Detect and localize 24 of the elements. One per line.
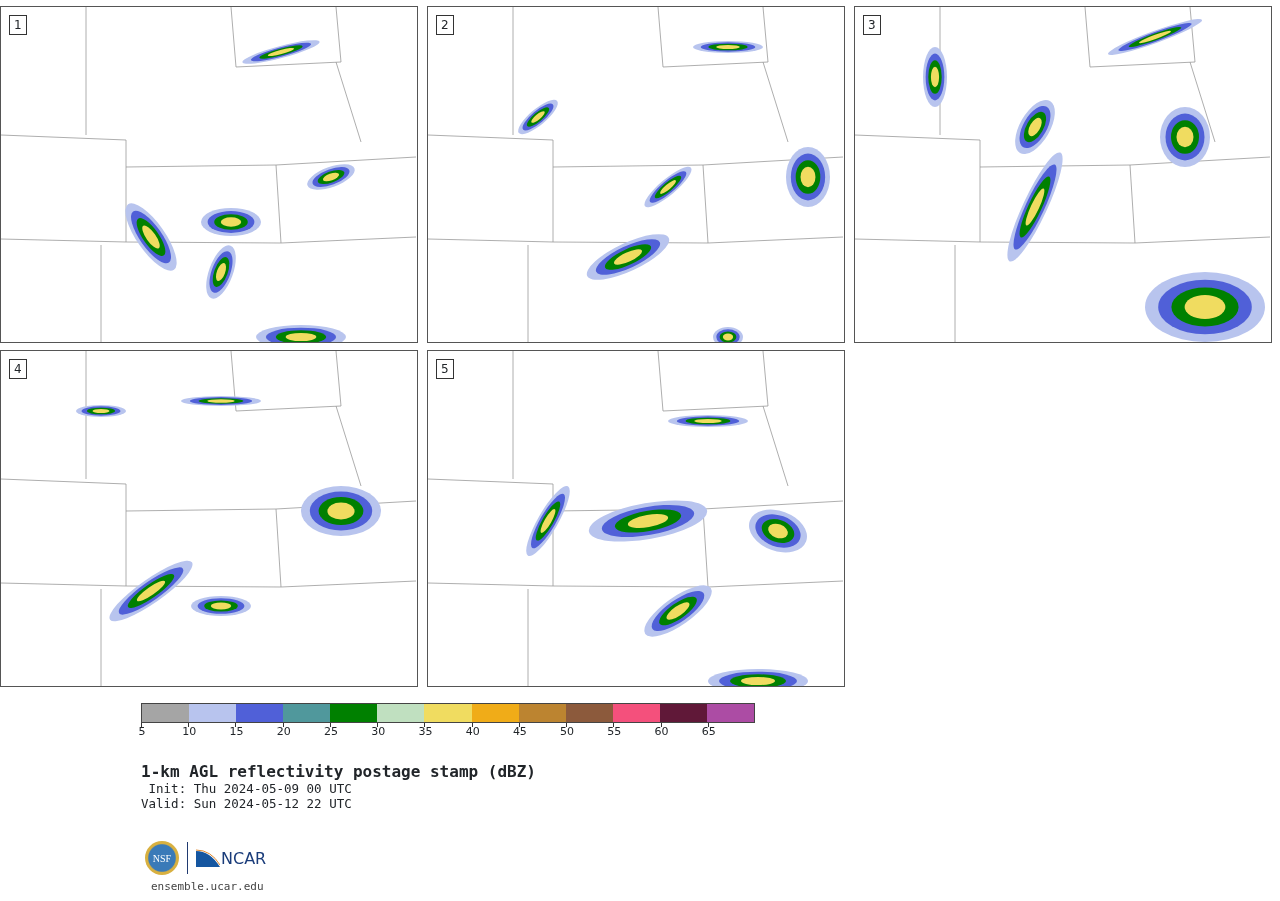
tick-label: 65 (701, 726, 716, 738)
panel-number: 5 (436, 359, 454, 379)
tick-label: 20 (276, 726, 291, 738)
tick-label: 15 (229, 726, 244, 738)
panel-number: 3 (863, 15, 881, 35)
website-url: ensemble.ucar.edu (151, 879, 265, 895)
tick-label: 30 (371, 726, 386, 738)
ncar-logo: NCAR (196, 849, 267, 867)
tick-label: 45 (512, 726, 527, 738)
tick-label: 10 (182, 726, 197, 738)
chart-title: 1-km AGL reflectivity postage stamp (dBZ) (141, 763, 537, 781)
panel-number: 4 (9, 359, 27, 379)
valid-time: Valid: Sun 2024-05-12 22 UTC (141, 796, 353, 811)
tick-label: 25 (323, 726, 338, 738)
globe-logo: NSF (145, 841, 179, 875)
init-time: Init: Thu 2024-05-09 00 UTC (147, 781, 353, 796)
tick-label: 60 (654, 726, 669, 738)
tick-label: 50 (560, 726, 575, 738)
panel-number: 1 (9, 15, 27, 35)
tick-label: 35 (418, 726, 433, 738)
tick-label: 40 (465, 726, 480, 738)
tick-label: 55 (607, 726, 622, 738)
panel-number: 2 (436, 15, 454, 35)
tick-label: 5 (138, 726, 146, 738)
